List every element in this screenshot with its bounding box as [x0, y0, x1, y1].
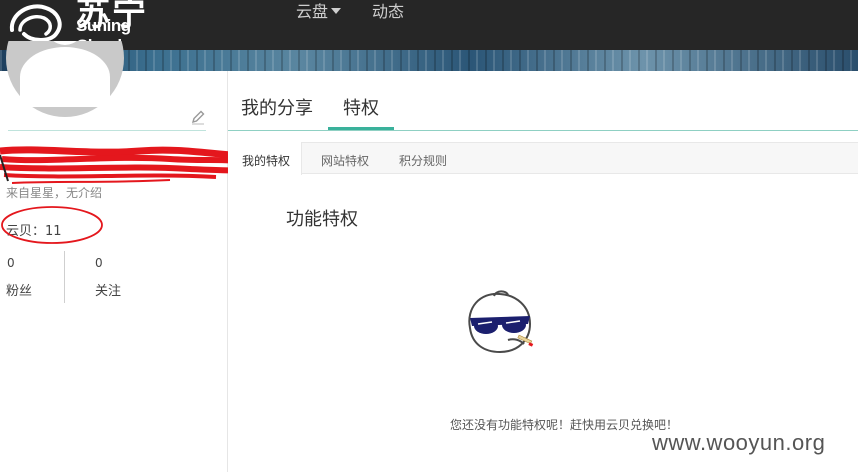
nav-cloud-disk[interactable]: 云盘: [296, 0, 342, 26]
tab-privileges[interactable]: 特权: [343, 94, 379, 120]
stats-divider: [64, 251, 65, 303]
pencil-edit-icon[interactable]: [190, 109, 206, 125]
nav-cloud-disk-label: 云盘: [296, 2, 329, 21]
redaction-scribble: [0, 146, 239, 184]
tab-my-shares[interactable]: 我的分享: [241, 94, 313, 120]
caret-down-icon: [331, 8, 342, 14]
section-title: 功能特权: [286, 209, 358, 230]
nav-activity-label: 动态: [372, 2, 405, 21]
tabs-divider: [228, 130, 858, 131]
avatar[interactable]: [6, 41, 124, 117]
following-count[interactable]: 0: [95, 256, 103, 270]
subtab-my-privileges[interactable]: 我的特权: [242, 152, 290, 169]
sidebar-divider: [8, 130, 206, 131]
profile-bio: 来自星星，无介绍: [6, 186, 103, 200]
top-nav-bar: 苏宁云 Suning Cloud 云盘 动态: [0, 0, 858, 83]
profile-sidebar: 来自星星，无介绍 云贝：11 0 粉丝 0 关注: [0, 41, 239, 472]
avatar-placeholder-icon: [6, 41, 124, 117]
subtab-site-privileges[interactable]: 网站特权: [321, 152, 369, 169]
following-label[interactable]: 关注: [95, 280, 121, 299]
subtab-points-rules[interactable]: 积分规则: [399, 152, 447, 169]
avatar-head: [46, 41, 84, 45]
fans-label[interactable]: 粉丝: [6, 280, 32, 299]
sub-tab-bar: 我的特权 网站特权 积分规则: [228, 142, 858, 175]
annotation-circle: [1, 206, 103, 244]
watermark: www.wooyun.org: [652, 430, 826, 455]
profile-banner: [0, 50, 858, 71]
empty-state-message: 您还没有功能特权呢！赶快用云贝兑换吧！: [450, 418, 679, 432]
sunglasses-mascot-icon: [468, 290, 534, 354]
cloud-logo-icon: [9, 4, 62, 42]
fans-count[interactable]: 0: [7, 256, 15, 270]
avatar-body: [20, 47, 110, 107]
nav-activity[interactable]: 动态: [372, 0, 404, 26]
